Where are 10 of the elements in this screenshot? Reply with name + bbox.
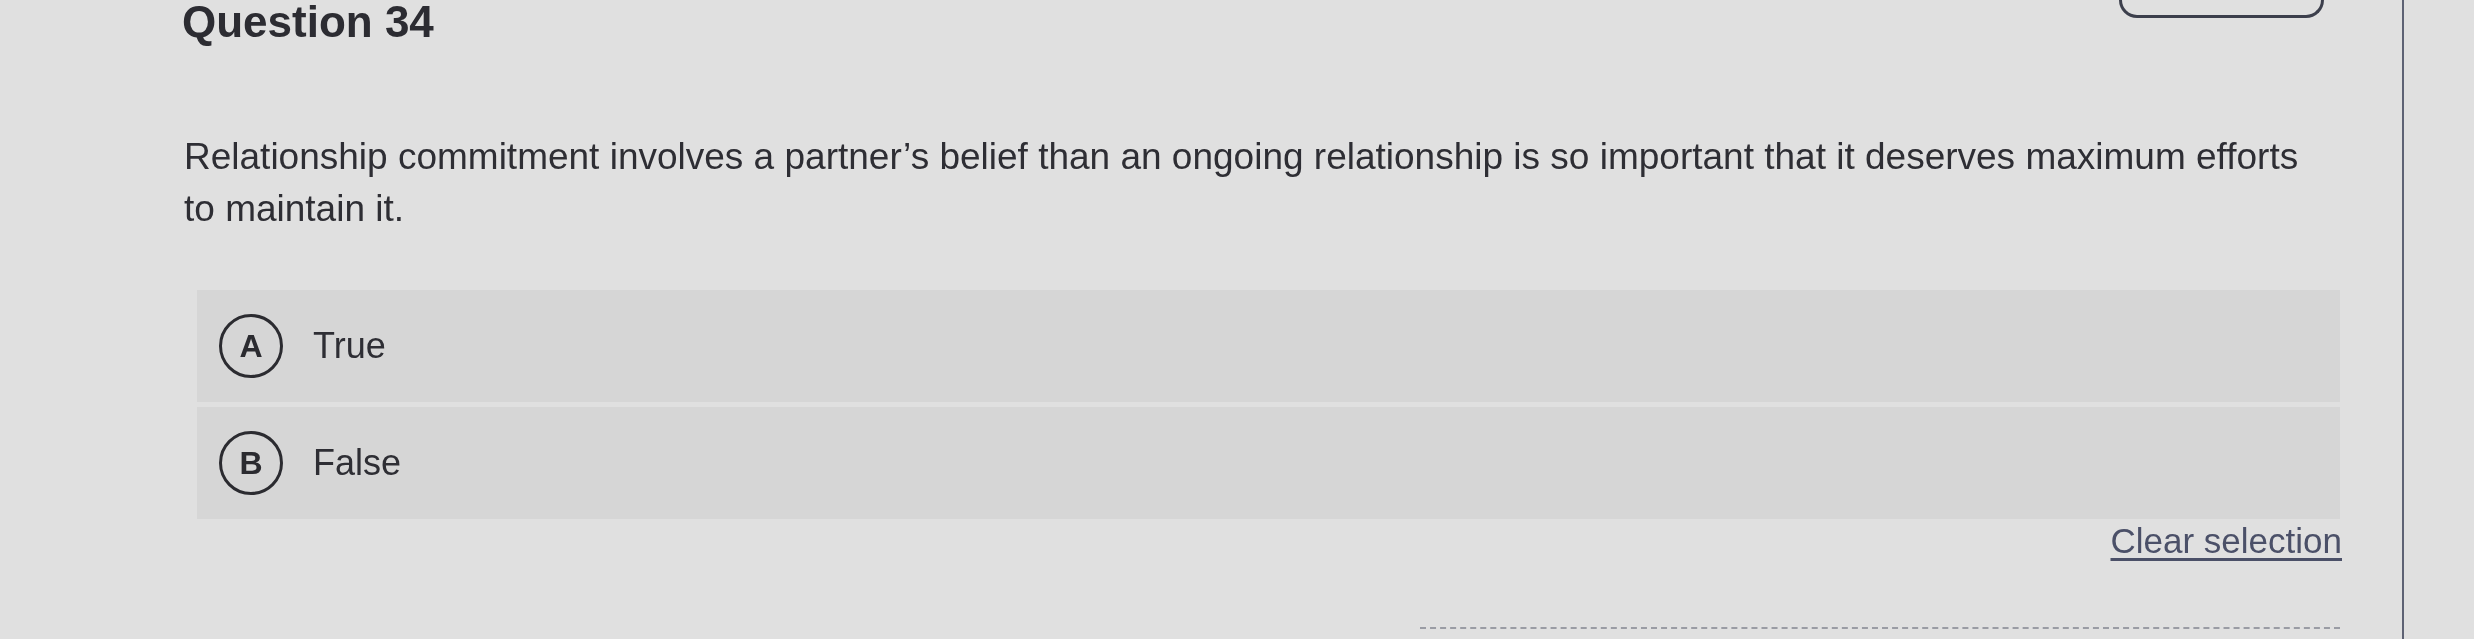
answer-option[interactable]: A True <box>197 290 2340 402</box>
question-title: Question 34 <box>182 0 434 44</box>
option-text: True <box>313 325 386 367</box>
header-button[interactable] <box>2119 0 2324 18</box>
option-letter: B <box>219 431 283 495</box>
answer-option[interactable]: B False <box>197 407 2340 519</box>
clear-selection-link[interactable]: Clear selection <box>2110 519 2342 563</box>
question-text: Relationship commitment involves a partner’s belief than an ongoing relationship is so important that it deserves maximum efforts to maintain it. <box>184 135 2300 231</box>
option-letter: A <box>219 314 283 378</box>
option-text: False <box>313 442 402 484</box>
